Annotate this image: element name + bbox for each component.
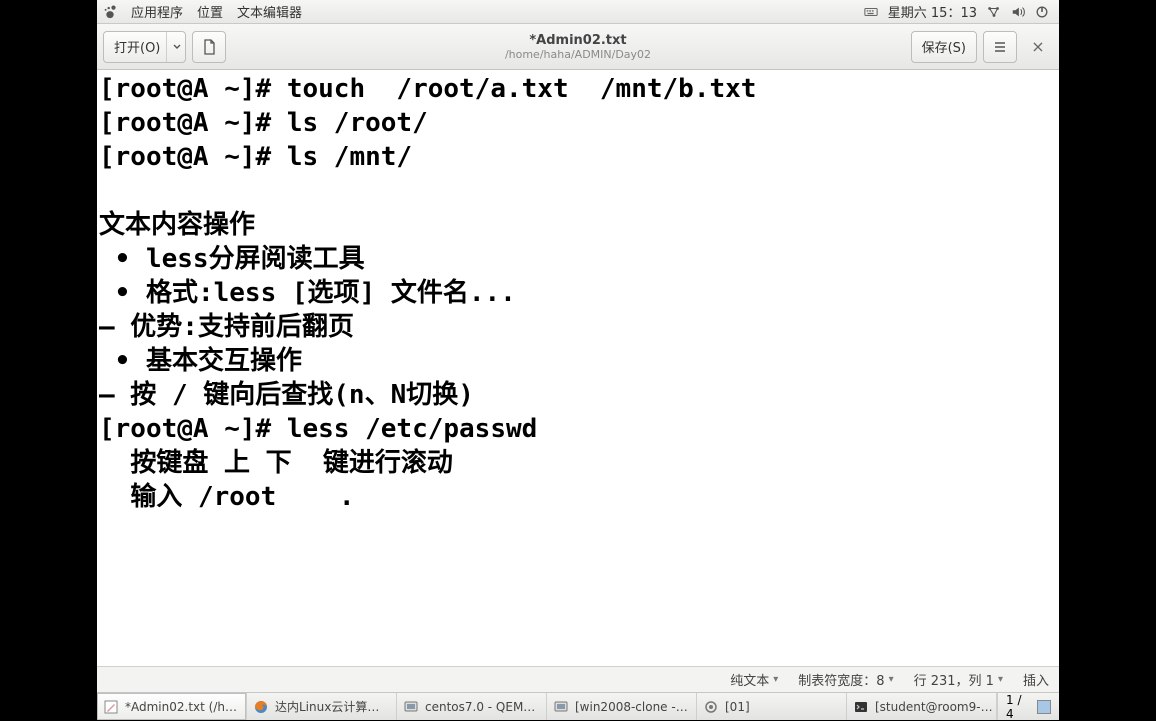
taskbar-item-label: [student@room9-… [875,700,993,714]
status-bar: 纯文本 ▾ 制表符宽度：8 ▾ 行 231，列 1 ▾ 插入 [97,666,1059,692]
firefox-icon [253,699,269,715]
vm-icon [553,699,569,715]
taskbar-item-label: 达内Linux云计算… [275,698,379,715]
tabwidth-label: 制表符宽度：8 [798,670,884,689]
syntax-mode-selector[interactable]: 纯文本 ▾ [730,670,778,689]
bottom-panel: *Admin02.txt (/h… 达内Linux云计算… centos7.0 … [97,692,1059,720]
insert-mode-label: 插入 [1023,670,1049,689]
taskbar-item-label: [win2008-clone -… [575,700,688,714]
workspace-1[interactable] [1037,700,1051,714]
taskbar-item-vm2[interactable]: [win2008-clone -… [547,693,697,720]
volume-icon[interactable] [1011,5,1025,19]
open-button[interactable]: 打开(O) [103,31,186,63]
taskbar-item-label: centos7.0 - QEM… [425,700,535,714]
power-icon[interactable] [1035,5,1049,19]
text-area[interactable]: [root@A ~]# touch /root/a.txt /mnt/b.txt… [97,70,1059,666]
keyboard-icon[interactable] [864,5,878,19]
network-icon[interactable] [987,5,1001,19]
gnome-logo-icon [103,5,117,19]
menu-applications[interactable]: 应用程序 [131,2,183,21]
top-panel: 应用程序 位置 文本编辑器 星期六 15：13 [97,0,1059,24]
save-button[interactable]: 保存(S) [911,31,977,63]
menu-text-editor[interactable]: 文本编辑器 [237,2,302,21]
chevron-down-icon[interactable] [166,32,181,62]
chevron-down-icon: ▾ [998,674,1003,685]
taskbar-item-vm1[interactable]: centos7.0 - QEM… [397,693,547,720]
open-button-label: 打开(O) [114,37,160,56]
headerbar: 打开(O) *Admin02.txt /home/haha/ADMIN/Day0… [97,24,1059,70]
syntax-label: 纯文本 [730,670,769,689]
cursor-position[interactable]: 行 231，列 1 ▾ [914,670,1003,689]
tab-width-selector[interactable]: 制表符宽度：8 ▾ [798,670,893,689]
terminal-icon [853,699,869,715]
chevron-down-icon: ▾ [773,674,778,685]
close-icon: × [1031,37,1044,56]
taskbar-item-label: [01] [725,700,750,714]
hamburger-icon [993,40,1007,54]
vm-icon [403,699,419,715]
taskbar-item-firefox[interactable]: 达内Linux云计算… [247,693,397,720]
taskbar-item-gedit[interactable]: *Admin02.txt (/h… [97,693,247,720]
hamburger-menu-button[interactable] [983,31,1017,63]
pager-label: 1 / 4 [1006,693,1027,721]
chevron-down-icon: ▾ [889,674,894,685]
document-content: [root@A ~]# touch /root/a.txt /mnt/b.txt… [99,72,1057,514]
new-document-button[interactable] [192,31,226,63]
editor-icon [103,699,119,715]
menu-places[interactable]: 位置 [197,2,223,21]
gedit-window: 打开(O) *Admin02.txt /home/haha/ADMIN/Day0… [97,24,1059,692]
image-viewer-icon [703,699,719,715]
close-button[interactable]: × [1023,37,1053,56]
taskbar-item-image[interactable]: [01] [697,693,847,720]
workspace-pager[interactable]: 1 / 4 [997,693,1059,720]
document-icon [201,39,217,55]
clock[interactable]: 星期六 15：13 [888,2,977,21]
taskbar-item-terminal[interactable]: [student@room9-… [847,693,997,720]
taskbar-item-label: *Admin02.txt (/h… [125,700,237,714]
position-label: 行 231，列 1 [914,670,994,689]
